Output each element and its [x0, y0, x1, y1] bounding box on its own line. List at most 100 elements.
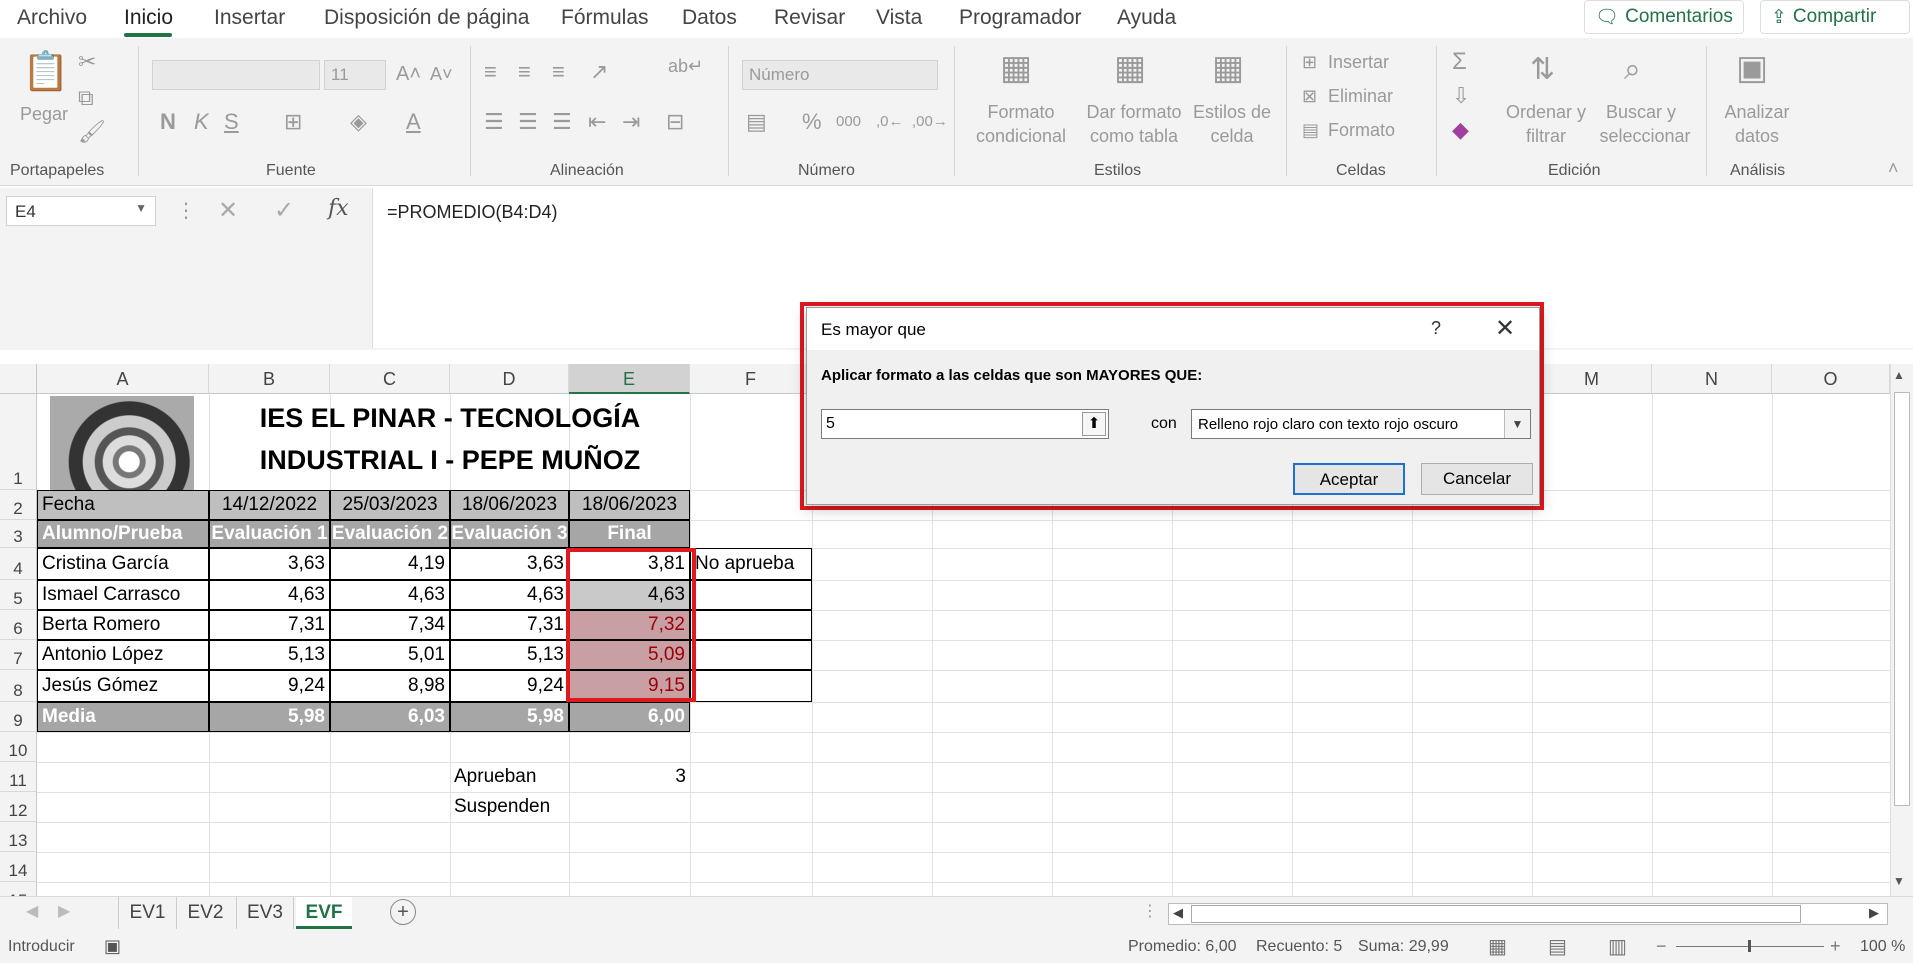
page-layout-icon[interactable]: ▤: [1548, 934, 1567, 959]
find-select-icon[interactable]: ⌕: [1624, 50, 1641, 90]
add-sheet-icon[interactable]: +: [390, 899, 416, 925]
column-header[interactable]: O: [1772, 364, 1890, 394]
scroll-down-icon[interactable]: ▼: [1893, 874, 1905, 888]
grade-cell[interactable]: 5,13: [209, 640, 330, 670]
align-bottom-icon[interactable]: ≡: [552, 60, 565, 84]
media-cell[interactable]: 5,98: [450, 702, 569, 732]
grade-cell[interactable]: 4,63: [209, 580, 330, 610]
cancel-entry-icon[interactable]: ✕: [218, 196, 238, 225]
menu-formulas[interactable]: Fórmulas: [561, 6, 649, 30]
accessibility-icon[interactable]: ▣: [104, 936, 121, 957]
italic-button[interactable]: K: [194, 110, 209, 134]
zoom-in-icon[interactable]: +: [1830, 936, 1841, 957]
menu-vista[interactable]: Vista: [876, 6, 922, 30]
scroll-left-icon[interactable]: ◀: [1173, 905, 1183, 921]
select-all-corner[interactable]: [0, 364, 37, 394]
scroll-right-icon[interactable]: ▶: [1869, 905, 1879, 921]
grade-cell[interactable]: 4,19: [330, 548, 450, 580]
media-cell[interactable]: Media: [37, 702, 209, 732]
delete-cells-button[interactable]: Eliminar: [1328, 84, 1393, 108]
row-header[interactable]: 15: [0, 882, 37, 896]
analyze-data-line2[interactable]: datos: [1722, 124, 1792, 148]
orientation-icon[interactable]: ↗: [590, 60, 608, 84]
zoom-level[interactable]: 100 %: [1860, 938, 1905, 956]
menu-inicio[interactable]: Inicio: [124, 6, 173, 30]
name-box[interactable]: E4 ▼: [6, 196, 156, 226]
format-as-table-line1[interactable]: Dar formato: [1078, 100, 1190, 124]
delete-cells-icon[interactable]: ⊠: [1302, 84, 1317, 108]
column-header[interactable]: M: [1532, 364, 1652, 394]
cell-styles-line1[interactable]: Estilos de: [1190, 100, 1274, 124]
bold-button[interactable]: N: [160, 110, 176, 134]
share-button[interactable]: ⇪ Compartir: [1760, 0, 1910, 34]
align-center-icon[interactable]: ☰: [518, 110, 538, 134]
align-top-icon[interactable]: ≡: [484, 60, 497, 84]
increase-indent-icon[interactable]: ⇥: [622, 110, 640, 134]
horizontal-scrollbar[interactable]: ◀ ▶: [1168, 903, 1888, 925]
row-header[interactable]: 7: [0, 640, 37, 670]
column-header[interactable]: C: [330, 364, 450, 394]
grade-cell[interactable]: 5,13: [450, 640, 569, 670]
grade-cell[interactable]: 7,34: [330, 610, 450, 640]
column-header[interactable]: D: [450, 364, 569, 394]
next-sheet-icon[interactable]: ▶: [58, 901, 70, 921]
cell-styles-icon[interactable]: ▦: [1212, 48, 1244, 88]
comments-button[interactable]: 🗨 Comentarios: [1584, 0, 1744, 34]
font-color-icon[interactable]: A: [406, 110, 421, 134]
analyze-data-icon[interactable]: ▣: [1736, 48, 1768, 88]
media-cell[interactable]: 6,03: [330, 702, 450, 732]
note-cell[interactable]: [690, 580, 812, 610]
percent-icon[interactable]: %: [802, 110, 822, 134]
sort-filter-line2[interactable]: filtrar: [1506, 124, 1586, 148]
format-as-table-icon[interactable]: ▦: [1114, 48, 1146, 88]
column-header[interactable]: F: [690, 364, 812, 394]
copy-icon[interactable]: ⧉: [78, 86, 94, 110]
cancel-button[interactable]: Cancelar: [1421, 463, 1533, 495]
row-header[interactable]: 11: [0, 762, 37, 792]
student-name-cell[interactable]: Cristina García: [37, 548, 209, 580]
date-header-cell[interactable]: 25/03/2023: [330, 490, 450, 520]
prev-sheet-icon[interactable]: ◀: [26, 901, 38, 921]
student-name-cell[interactable]: Ismael Carrasco: [37, 580, 209, 610]
zoom-slider-thumb[interactable]: [1748, 940, 1751, 952]
format-as-table-line2[interactable]: como tabla: [1078, 124, 1190, 148]
date-header-cell[interactable]: 18/06/2023: [569, 490, 690, 520]
aprueban-label[interactable]: Aprueban: [450, 762, 568, 792]
test-header-cell[interactable]: Final: [569, 520, 690, 548]
conditional-format-icon[interactable]: ▦: [1000, 48, 1032, 88]
column-header[interactable]: B: [209, 364, 330, 394]
cell-styles-line2[interactable]: celda: [1190, 124, 1274, 148]
tab-ev1[interactable]: EV1: [118, 897, 176, 929]
conditional-format-line2[interactable]: condicional: [964, 124, 1078, 148]
note-cell[interactable]: [690, 610, 812, 640]
sort-filter-line1[interactable]: Ordenar y: [1506, 100, 1586, 124]
test-header-cell[interactable]: Alumno/Prueba: [37, 520, 209, 548]
row-header[interactable]: 12: [0, 792, 37, 822]
number-format-combo[interactable]: Número: [742, 60, 938, 90]
grade-cell[interactable]: 3,63: [450, 548, 569, 580]
grade-cell[interactable]: 9,24: [450, 670, 569, 702]
menu-archivo[interactable]: Archivo: [17, 6, 87, 30]
format-painter-icon[interactable]: 🖌: [78, 120, 106, 144]
student-name-cell[interactable]: Berta Romero: [37, 610, 209, 640]
grade-cell[interactable]: 3,63: [209, 548, 330, 580]
column-header[interactable]: A: [37, 364, 209, 394]
normal-view-icon[interactable]: ▦: [1488, 934, 1507, 959]
clear-icon[interactable]: ◆: [1452, 118, 1469, 142]
find-select-line1[interactable]: Buscar y: [1592, 100, 1690, 124]
aprueban-value[interactable]: 3: [570, 762, 690, 792]
font-shrink-icon[interactable]: A˅: [430, 62, 453, 86]
grade-cell[interactable]: 4,63: [450, 580, 569, 610]
note-cell[interactable]: No aprueba: [690, 548, 812, 580]
decrease-indent-icon[interactable]: ⇤: [588, 110, 606, 134]
insert-cells-button[interactable]: Insertar: [1328, 50, 1389, 74]
confirm-entry-icon[interactable]: ✓: [274, 196, 294, 225]
paste-button[interactable]: Pegar: [20, 102, 68, 126]
row-header[interactable]: 13: [0, 822, 37, 852]
scroll-up-icon[interactable]: ▲: [1893, 368, 1905, 382]
menu-datos[interactable]: Datos: [682, 6, 737, 30]
column-header[interactable]: E: [569, 364, 690, 394]
media-cell[interactable]: 5,98: [209, 702, 330, 732]
suspenden-label[interactable]: Suspenden: [450, 792, 568, 822]
format-cells-button[interactable]: Formato: [1328, 118, 1395, 142]
